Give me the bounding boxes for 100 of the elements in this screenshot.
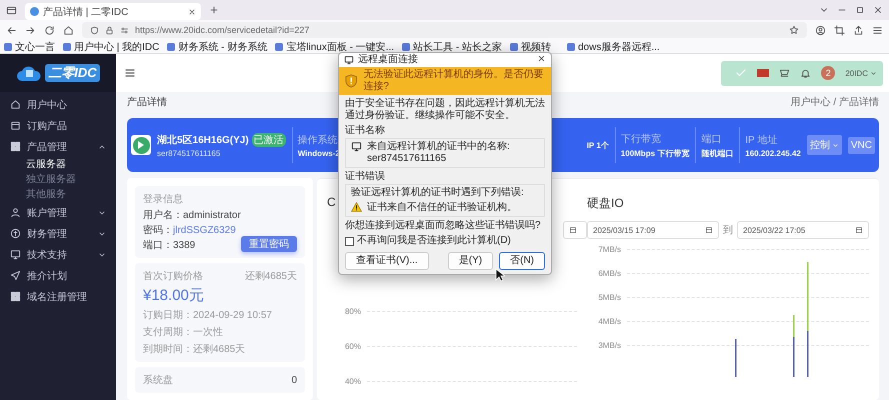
sidebar-item[interactable]: 财务管理 <box>0 223 116 244</box>
axis-tick-label: 5MB/s <box>597 293 621 302</box>
price-detail: 订购日期：2024-09-29 10:57 <box>143 308 273 322</box>
sidebar-subitem[interactable]: 云服务器 <box>0 157 116 172</box>
new-tab-icon[interactable] <box>209 5 219 15</box>
flag-icon[interactable] <box>757 69 770 77</box>
crop-icon[interactable] <box>834 24 845 36</box>
sidebar-item[interactable]: 用户中心 <box>0 94 116 115</box>
date-field[interactable]: 2025/03/15 17:09 <box>587 221 719 239</box>
close-icon[interactable] <box>537 54 546 62</box>
close-icon[interactable] <box>188 8 196 16</box>
warning-text: 无法验证此远程计算机的身份。是否仍要连接? <box>363 69 544 93</box>
bookmark[interactable]: 视频转 <box>510 40 551 54</box>
sidebar-item[interactable]: 产品管理 <box>0 136 116 157</box>
server-name: 湖北5区16H16G(YJ) <box>157 134 249 146</box>
chart-title: 硬盘IO <box>587 195 624 211</box>
login-field: 用户名：administrator <box>143 208 241 222</box>
menu-icon[interactable] <box>872 24 883 36</box>
cart-icon[interactable] <box>779 68 790 78</box>
range-separator: 到 <box>723 224 733 237</box>
home-icon[interactable] <box>63 24 74 36</box>
axis-tick-label: 3MB/s <box>597 341 621 350</box>
user-menu[interactable]: 20IDC <box>845 68 877 78</box>
send-icon <box>10 270 21 281</box>
bookmark[interactable]: 用户中心 | 我的IDC <box>63 40 160 54</box>
check-icon <box>735 67 748 79</box>
avatar[interactable]: 2 <box>821 66 836 80</box>
reset-password-button[interactable]: 重置密码 <box>241 236 297 252</box>
page-title: 产品详情 <box>127 96 167 109</box>
spec-value: 160.202.245.42 <box>745 148 801 158</box>
sidebar-item[interactable]: 账户管理 <box>0 202 116 223</box>
address-bar[interactable]: https://www.20idc.com/servicedetail?id=227 <box>82 22 807 38</box>
group-title: 证书错误 <box>345 171 386 183</box>
shield-warning-icon <box>345 73 358 89</box>
remote-desktop-icon <box>344 55 354 65</box>
dont-ask-checkbox[interactable]: 不再询问我是否连接到此计算机(D) <box>345 235 545 247</box>
forward-icon[interactable] <box>25 24 36 36</box>
date-field[interactable]: 2025/03/22 17:05 <box>737 221 869 239</box>
coin-icon <box>10 228 21 239</box>
sidebar-item[interactable]: 订购产品 <box>0 115 116 136</box>
tab-list-icon[interactable] <box>6 4 17 16</box>
calendar-icon <box>705 226 713 234</box>
mouse-pointer-icon <box>495 268 505 282</box>
dialog-button[interactable]: 是(Y) <box>448 252 494 270</box>
bookmark[interactable]: 文心一言 <box>4 40 55 54</box>
axis-tick-label: 4MB/s <box>597 317 621 326</box>
disk-label: 系统盘 <box>143 374 173 387</box>
panel-title: 登录信息 <box>143 192 184 206</box>
bookmark[interactable]: 站长工具 - 站长之家 <box>402 40 502 54</box>
spec-label: 下行带宽 <box>620 132 662 146</box>
sidebar-subitem[interactable]: 其他服务 <box>0 187 116 202</box>
caret-icon <box>832 142 839 148</box>
account-icon[interactable] <box>815 24 826 36</box>
close-icon[interactable] <box>873 5 883 15</box>
axis-tick-label: 80% <box>344 307 361 316</box>
spec-value: 随机端口 <box>701 148 734 158</box>
error-intro: 验证远程计算机的证书时遇到下列错误: <box>351 187 525 199</box>
play-icon[interactable] <box>131 135 151 155</box>
star-icon[interactable] <box>789 25 799 35</box>
back-icon[interactable] <box>6 24 17 36</box>
error-text: 证书来自不信任的证书验证机构。 <box>367 202 517 214</box>
price-detail: 支付周期：一次性 <box>143 326 224 339</box>
warning-icon <box>351 202 362 212</box>
menu-icon[interactable] <box>124 67 136 79</box>
status-badge: 已激活 <box>252 132 286 146</box>
panel-title: 首次订购价格 <box>143 270 203 283</box>
sidebar-item[interactable]: 域名注册管理 <box>0 286 116 307</box>
group-title: 证书名称 <box>345 125 386 137</box>
spec-label: IP 地址 <box>745 134 778 146</box>
axis-tick-label: 7MB/s <box>597 245 621 254</box>
spec-value: IP 1个 <box>586 140 609 150</box>
bell-icon[interactable] <box>800 68 812 78</box>
sidebar-item[interactable]: 推介计划 <box>0 265 116 286</box>
price-detail: 到期时间：还剩4685天 <box>143 342 246 356</box>
login-field: 密码：jlrdSSGZ6329 <box>143 223 241 237</box>
axis-tick-label: 40% <box>344 377 361 386</box>
remaining-days: 还剩4685天 <box>244 269 297 283</box>
browser-tab[interactable]: 产品详情 | 二零IDC <box>25 3 201 20</box>
dialog-question: 你想连接到远程桌面而忽略这些证书错误吗? <box>345 220 542 232</box>
maximize-icon[interactable] <box>855 5 865 15</box>
chart-title: C <box>327 195 336 211</box>
share-icon[interactable] <box>853 24 864 36</box>
bookmark[interactable]: 宝塔linux面板 - 一键安... <box>275 40 394 54</box>
bookmark[interactable]: 财务系统 - 财务系统 <box>167 40 268 54</box>
price-amount: ¥18.00元 <box>143 286 205 305</box>
reload-icon[interactable] <box>44 24 55 36</box>
calendar-icon <box>855 226 863 234</box>
axis-tick-label: 60% <box>344 342 361 351</box>
spec-label: 端口 <box>701 132 722 146</box>
home-icon <box>10 99 21 110</box>
user-icon <box>10 207 21 218</box>
date-field[interactable] <box>563 221 587 239</box>
dialog-button[interactable]: 否(N) <box>499 252 545 270</box>
sidebar-subitem[interactable]: 独立服务器 <box>0 172 116 187</box>
shield-icon <box>90 26 99 34</box>
sidebar-item[interactable]: 技术支持 <box>0 244 116 265</box>
bookmark[interactable]: dows服务器远程... <box>566 40 660 54</box>
dialog-button[interactable]: 查看证书(V)... <box>345 252 429 270</box>
server-id: ser874517611165 <box>157 148 222 158</box>
login-field: 端口：3389 <box>143 238 241 252</box>
